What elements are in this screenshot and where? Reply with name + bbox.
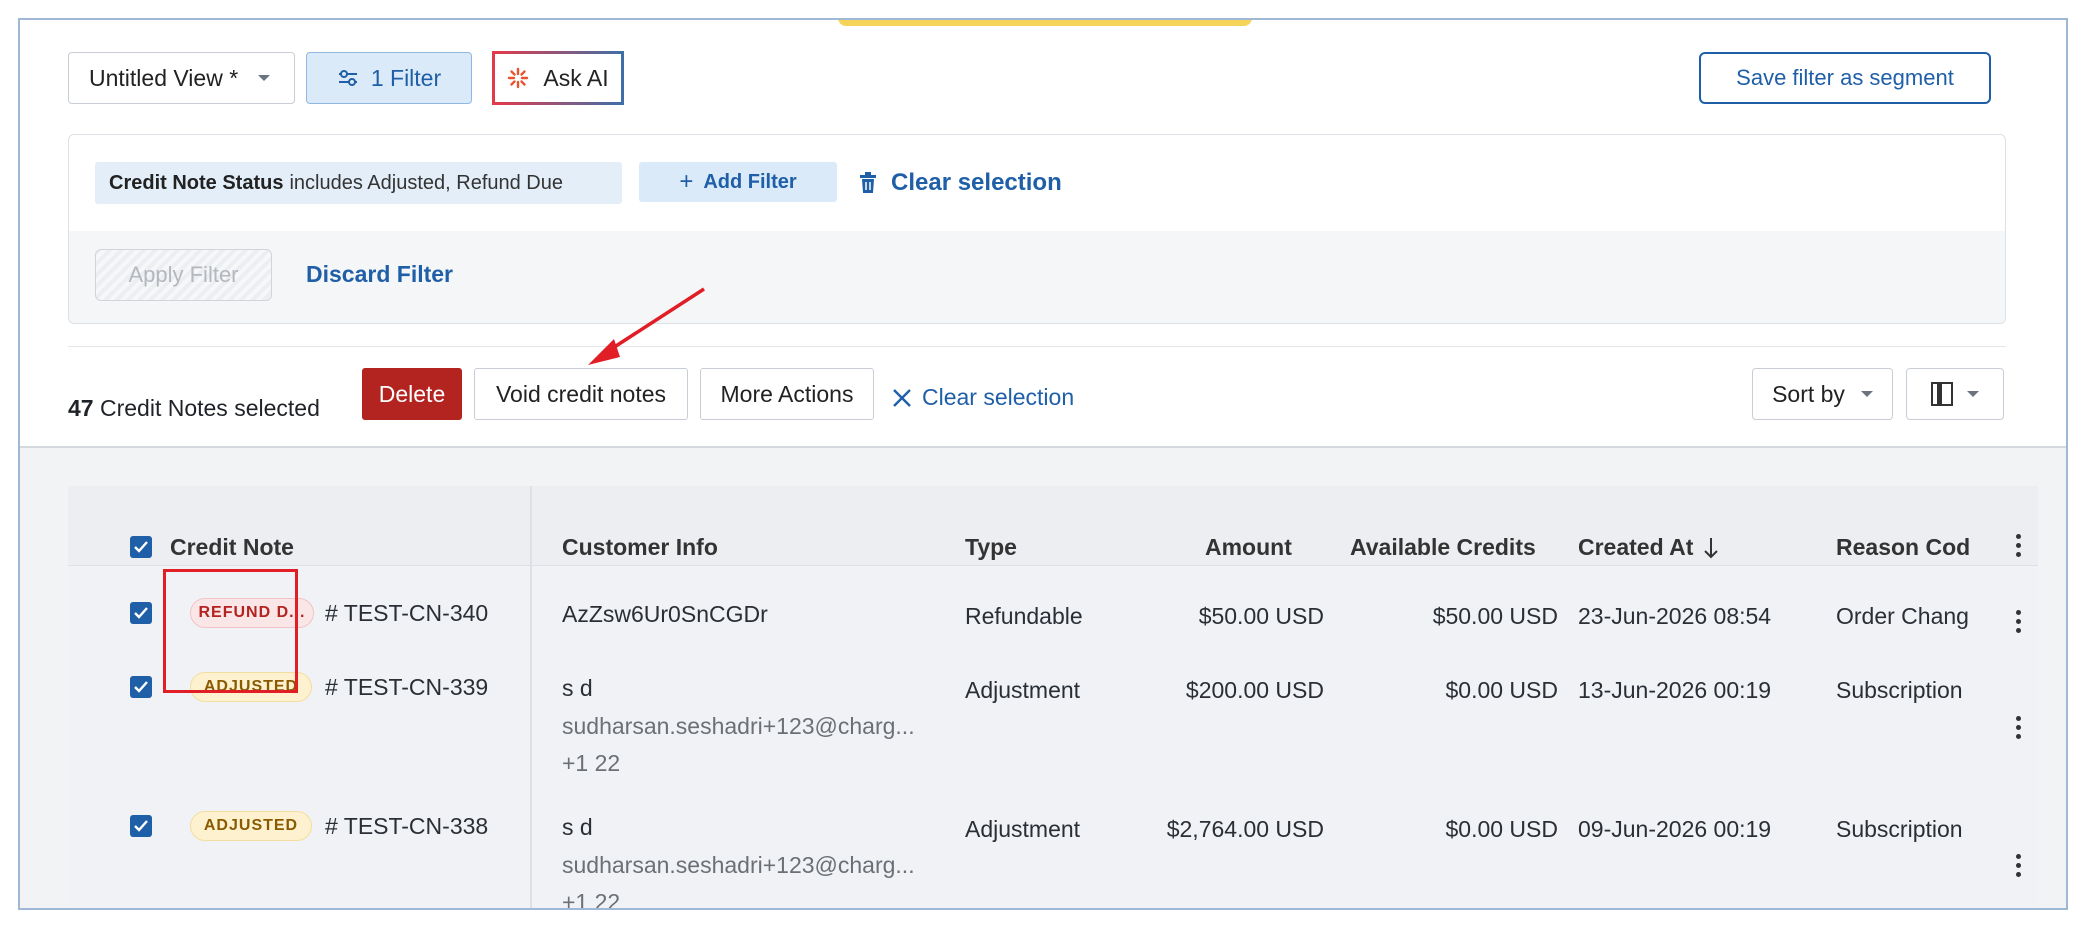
add-filter-label: Add Filter (703, 170, 797, 193)
checkmark-icon (134, 681, 148, 693)
chevron-down-icon (1860, 391, 1873, 397)
columns-icon (1931, 382, 1953, 406)
add-filter-button[interactable]: + Add Filter (639, 162, 837, 202)
filter-chip-value: includes Adjusted, Refund Due (289, 171, 563, 194)
discard-filter-link[interactable]: Discard Filter (306, 261, 453, 288)
created-at-value: 09-Jun-2026 00:19 (1578, 816, 1772, 842)
header-amount[interactable]: Amount (1205, 534, 1292, 561)
customer-email: sudharsan.seshadri+123@charg... (562, 713, 915, 739)
app-window: Untitled View * 1 Filter Ask AI Save fil… (18, 18, 2068, 910)
credit-note-id-link[interactable]: # TEST-CN-340 (325, 600, 488, 627)
checkmark-icon (134, 607, 148, 619)
customer-name[interactable]: s d (562, 814, 593, 841)
header-kebab-icon[interactable] (2016, 534, 2022, 561)
created-at-value: 13-Jun-2026 00:19 (1578, 677, 1772, 703)
header-customer-info[interactable]: Customer Info (562, 534, 718, 561)
header-available-credits[interactable]: Available Credits (1350, 534, 1536, 561)
clear-filter-selection-link[interactable]: Clear selection (859, 169, 1062, 197)
close-icon (893, 388, 911, 407)
sort-by-button[interactable]: Sort by (1752, 368, 1893, 420)
customer-name[interactable]: s d (562, 675, 593, 702)
void-credit-notes-button[interactable]: Void credit notes (474, 368, 688, 420)
clear-selection-link[interactable]: Clear selection (892, 384, 1074, 411)
selection-text: Credit Notes selected (99, 395, 320, 421)
chevron-down-icon (1967, 391, 1979, 397)
type-value: Adjustment (965, 816, 1081, 842)
amount-value: $2,764.00 USD (1166, 816, 1324, 842)
row-checkbox[interactable] (130, 602, 152, 624)
selection-summary: 47 Credit Notes selected (68, 395, 320, 422)
credit-note-id-link[interactable]: # TEST-CN-339 (325, 674, 488, 701)
credit-notes-table: Credit Note Customer Info Type Amount Av… (68, 486, 2038, 910)
checkmark-icon (134, 820, 148, 832)
view-select-label: Untitled View * (89, 64, 239, 91)
apply-filter-button[interactable]: Apply Filter (95, 249, 272, 301)
select-all-checkbox[interactable] (130, 536, 152, 558)
header-reason-code[interactable]: Reason Cod (1836, 534, 2022, 561)
reason-code-value: Subscription (1836, 816, 1963, 842)
amount-value: $200.00 USD (1185, 677, 1324, 703)
filter-chip[interactable]: Credit Note Status includes Adjusted, Re… (95, 162, 622, 204)
clear-selection-label: Clear selection (922, 384, 1075, 410)
status-badge: ADJUSTED (190, 811, 312, 841)
checkmark-icon (134, 541, 148, 553)
plus-icon: + (679, 168, 694, 195)
available-credits-value: $50.00 USD (1432, 603, 1558, 629)
type-value: Refundable (965, 603, 1083, 629)
row-actions-kebab-icon[interactable] (2016, 716, 2022, 743)
column-divider (530, 486, 532, 908)
customer-email: sudharsan.seshadri+123@charg... (562, 852, 915, 878)
filter-button[interactable]: 1 Filter (306, 52, 472, 104)
filter-panel: Credit Note Status includes Adjusted, Re… (68, 134, 2006, 324)
annotation-highlight-box (163, 569, 298, 693)
arrow-down-icon (1704, 537, 1719, 558)
sort-by-label: Sort by (1772, 380, 1845, 407)
ask-ai-button[interactable]: Ask AI (492, 51, 624, 105)
credit-note-id-link[interactable]: # TEST-CN-338 (325, 813, 488, 840)
created-at-value: 23-Jun-2026 08:54 (1578, 603, 1772, 629)
sliders-icon (338, 70, 357, 86)
header-credit-note[interactable]: Credit Note (170, 534, 294, 561)
header-created-at[interactable]: Created At (1578, 534, 1719, 561)
clear-filter-selection-label: Clear selection (891, 169, 1062, 196)
column-layout-button[interactable] (1906, 368, 2004, 420)
customer-phone: +1 22 (562, 750, 621, 776)
row-actions-kebab-icon[interactable] (2016, 854, 2022, 881)
reason-code-value: Order Chang (1836, 603, 1969, 629)
divider (68, 346, 2006, 347)
filter-chip-field: Credit Note Status (109, 171, 284, 194)
customer-name[interactable]: AzZsw6Ur0SnCGDr (562, 601, 768, 628)
header-type[interactable]: Type (965, 534, 1017, 561)
ask-ai-label: Ask AI (543, 64, 609, 91)
amount-value: $50.00 USD (1198, 603, 1324, 629)
trash-icon (860, 172, 876, 193)
customer-phone: +1 22 (562, 889, 621, 910)
chevron-down-icon (258, 75, 271, 81)
row-checkbox[interactable] (130, 676, 152, 698)
row-actions-kebab-icon[interactable] (2016, 610, 2022, 637)
available-credits-value: $0.00 USD (1445, 677, 1558, 703)
table-header (68, 486, 2038, 566)
delete-button[interactable]: Delete (362, 368, 462, 420)
filter-button-label: 1 Filter (370, 64, 442, 91)
sparkle-icon (508, 67, 529, 89)
type-value: Adjustment (965, 677, 1081, 703)
top-accent-bar (838, 20, 1252, 26)
annotation-arrow-icon (588, 287, 705, 365)
row-checkbox[interactable] (130, 815, 152, 837)
view-select[interactable]: Untitled View * (68, 52, 295, 104)
available-credits-value: $0.00 USD (1445, 816, 1558, 842)
selection-count: 47 (68, 395, 94, 421)
reason-code-value: Subscription (1836, 677, 1963, 703)
header-created-at-label: Created At (1578, 534, 1694, 560)
save-filter-segment-button[interactable]: Save filter as segment (1699, 52, 1991, 104)
more-actions-button[interactable]: More Actions (700, 368, 874, 420)
